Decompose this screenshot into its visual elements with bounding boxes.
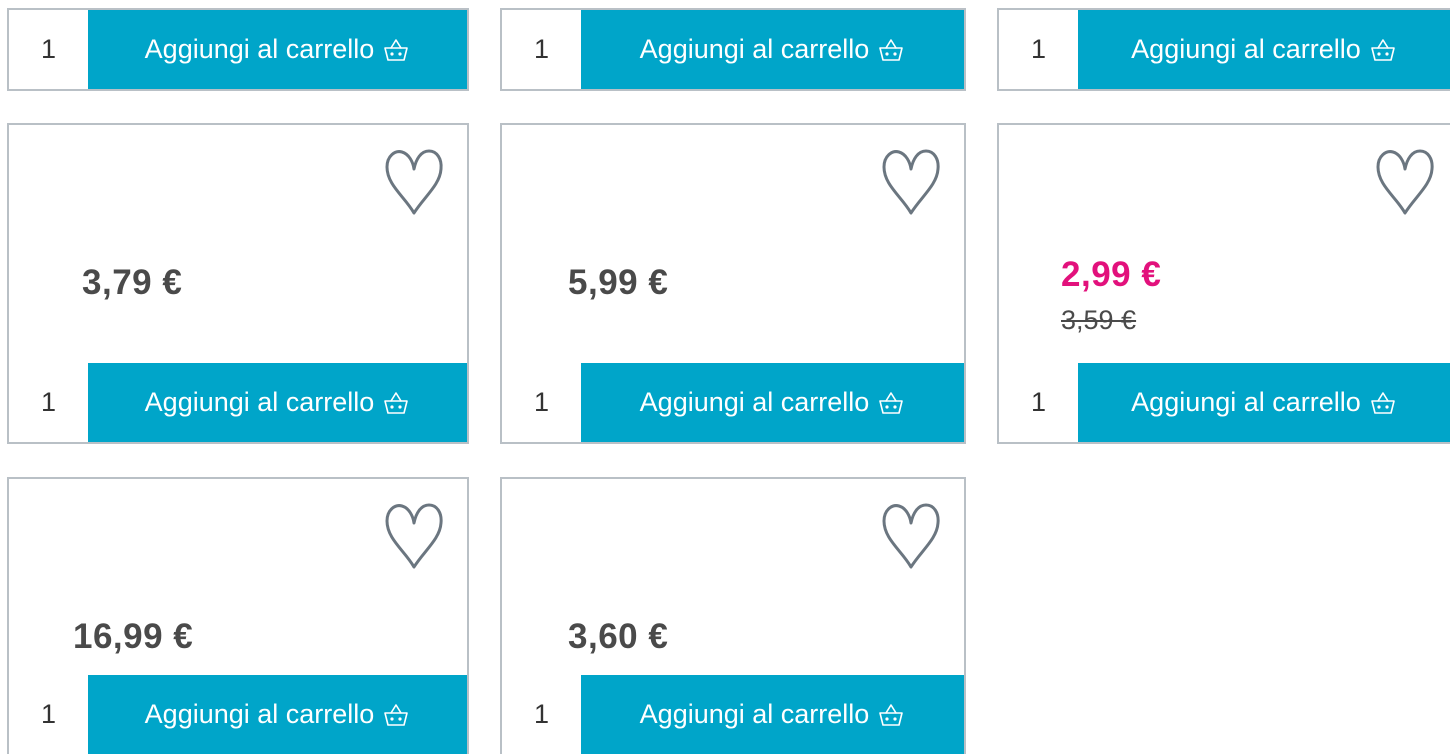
add-to-cart-label: Aggiungi al carrello	[144, 387, 375, 417]
cart-row: Aggiungi al carrello	[9, 10, 467, 89]
cart-row: Aggiungi al carrello	[502, 675, 964, 754]
product-card: 3,79 € Aggiungi al carrello	[7, 123, 469, 444]
add-to-cart-label: Aggiungi al carrello	[1131, 387, 1361, 417]
add-to-cart-label: Aggiungi al carrello	[639, 387, 870, 417]
cart-row: Aggiungi al carrello	[9, 675, 467, 754]
add-to-cart-button[interactable]: Aggiungi al carrello	[88, 363, 467, 442]
quantity-input[interactable]	[999, 363, 1078, 442]
product-price: 16,99 €	[73, 617, 194, 656]
product-card: 16,99 € Aggiungi al carrello	[7, 477, 469, 754]
cart-row: Aggiungi al carrello	[502, 363, 964, 442]
basket-icon	[382, 389, 410, 417]
heart-icon[interactable]	[383, 147, 445, 217]
product-card: 5,99 € Aggiungi al carrello	[500, 123, 966, 444]
product-grid: Aggiungi al carrello Aggiungi al carrell…	[0, 0, 1450, 754]
product-card: Aggiungi al carrello	[500, 8, 966, 91]
quantity-input[interactable]	[999, 10, 1078, 89]
quantity-input[interactable]	[502, 10, 581, 89]
product-card: Aggiungi al carrello	[997, 8, 1450, 91]
basket-icon	[877, 389, 905, 417]
quantity-input[interactable]	[9, 10, 88, 89]
product-price: 3,79 €	[82, 263, 183, 302]
basket-icon	[382, 36, 410, 64]
cart-row: Aggiungi al carrello	[9, 363, 467, 442]
add-to-cart-button[interactable]: Aggiungi al carrello	[581, 10, 964, 89]
add-to-cart-button[interactable]: Aggiungi al carrello	[581, 363, 964, 442]
cart-row: Aggiungi al carrello	[999, 363, 1450, 442]
basket-icon	[877, 701, 905, 729]
product-card: 2,99 € 3,59 € Aggiungi al carrello	[997, 123, 1450, 444]
product-card: 3,60 € Aggiungi al carrello	[500, 477, 966, 754]
add-to-cart-label: Aggiungi al carrello	[1131, 34, 1361, 64]
add-to-cart-label: Aggiungi al carrello	[639, 699, 870, 729]
quantity-input[interactable]	[502, 675, 581, 754]
heart-icon[interactable]	[880, 501, 942, 571]
add-to-cart-button[interactable]: Aggiungi al carrello	[581, 675, 964, 754]
heart-icon[interactable]	[383, 501, 445, 571]
product-price: 5,99 €	[568, 263, 669, 302]
basket-icon	[1369, 36, 1397, 64]
product-price: 3,60 €	[568, 617, 669, 656]
cart-row: Aggiungi al carrello	[502, 10, 964, 89]
add-to-cart-label: Aggiungi al carrello	[144, 699, 375, 729]
add-to-cart-label: Aggiungi al carrello	[144, 34, 375, 64]
heart-icon[interactable]	[1374, 147, 1436, 217]
cart-row: Aggiungi al carrello	[999, 10, 1450, 89]
add-to-cart-button[interactable]: Aggiungi al carrello	[88, 675, 467, 754]
sale-price: 2,99 €	[1061, 255, 1162, 294]
add-to-cart-label: Aggiungi al carrello	[639, 34, 870, 64]
quantity-input[interactable]	[502, 363, 581, 442]
add-to-cart-button[interactable]: Aggiungi al carrello	[1078, 363, 1450, 442]
basket-icon	[1369, 389, 1397, 417]
quantity-input[interactable]	[9, 363, 88, 442]
heart-icon[interactable]	[880, 147, 942, 217]
add-to-cart-button[interactable]: Aggiungi al carrello	[1078, 10, 1450, 89]
quantity-input[interactable]	[9, 675, 88, 754]
basket-icon	[877, 36, 905, 64]
add-to-cart-button[interactable]: Aggiungi al carrello	[88, 10, 467, 89]
product-card: Aggiungi al carrello	[7, 8, 469, 91]
basket-icon	[382, 701, 410, 729]
original-price: 3,59 €	[1061, 305, 1137, 335]
